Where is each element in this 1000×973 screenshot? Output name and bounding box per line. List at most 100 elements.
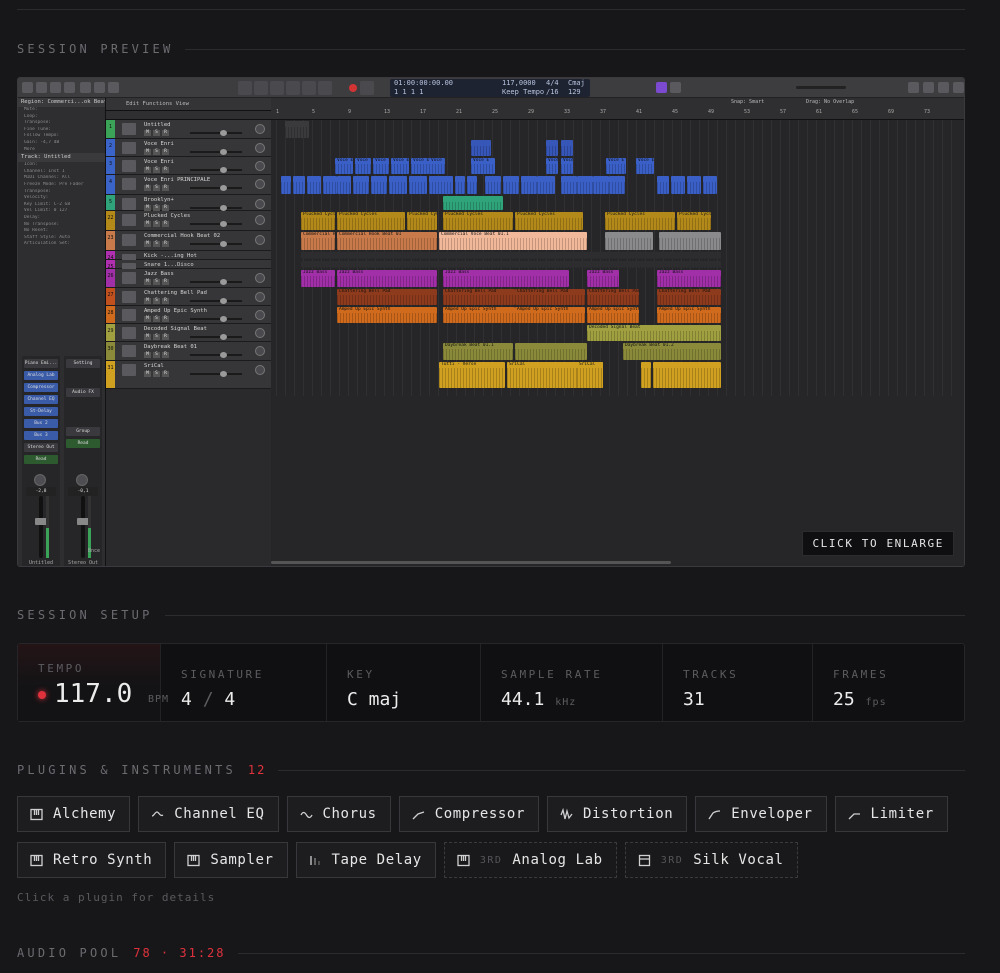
- arrange-region[interactable]: [441, 176, 453, 194]
- rec-button[interactable]: R: [162, 298, 169, 304]
- loops-icon[interactable]: [938, 82, 949, 93]
- rec-button[interactable]: R: [162, 167, 169, 173]
- solo-button[interactable]: S: [153, 316, 160, 322]
- inspector-icon[interactable]: [36, 82, 47, 93]
- volume-fader[interactable]: [39, 496, 43, 558]
- go-to-start-icon[interactable]: [254, 81, 268, 95]
- instrument-slot[interactable]: Piano Emi...: [24, 359, 58, 368]
- track-header[interactable]: 24 Kick -...ing Hot: [106, 251, 271, 266]
- track-pan-knob[interactable]: [255, 310, 265, 320]
- plugin-slot[interactable]: Analog Lab: [24, 371, 58, 380]
- arrange-region[interactable]: Commercial Hook Beat 01: [337, 232, 437, 250]
- track-header[interactable]: 3 Voce Enri M S R: [106, 157, 271, 175]
- track-pan-knob[interactable]: [255, 292, 265, 302]
- arrange-region[interactable]: Daybreak Beat 01.2: [623, 343, 721, 360]
- slider-handle[interactable]: [220, 298, 227, 304]
- arrange-region[interactable]: Voce E: [561, 158, 573, 174]
- arrange-region[interactable]: [641, 362, 651, 388]
- session-preview-image[interactable]: 01:00:00:00.00 1 1 1 1 117,0000 Keep Tem…: [17, 77, 965, 567]
- region-inspector-header[interactable]: Region: Commerci...ok Beat 01.1: [18, 98, 105, 107]
- arrange-region[interactable]: Plucked Cycles: [337, 212, 405, 230]
- track-pan-knob[interactable]: [255, 273, 265, 283]
- track-volume-slider[interactable]: [190, 279, 242, 285]
- arrange-region[interactable]: [307, 176, 321, 194]
- solo-button[interactable]: S: [153, 185, 160, 191]
- track-header[interactable]: 2 Voce Enri M S R: [106, 139, 271, 157]
- mixer-icon[interactable]: [94, 82, 105, 93]
- mute-button[interactable]: M: [144, 334, 151, 340]
- track-header[interactable]: 31 SriCal M S R: [106, 361, 271, 389]
- track-header[interactable]: 4 Voce Enri PRINCIPALE M S R: [106, 175, 271, 195]
- arrange-region[interactable]: [515, 343, 587, 360]
- track-header[interactable]: 26 Jazz Bass M S R: [106, 269, 271, 288]
- track-volume-slider[interactable]: [190, 185, 242, 191]
- send-slot[interactable]: Bus 3: [24, 431, 58, 440]
- plugin-chip-alchemy[interactable]: Alchemy: [17, 796, 131, 832]
- arrange-region[interactable]: [593, 176, 609, 194]
- rec-button[interactable]: R: [162, 352, 169, 358]
- metronome-icon[interactable]: [670, 82, 681, 93]
- arrange-region[interactable]: [485, 176, 501, 194]
- slider-handle[interactable]: [220, 316, 227, 322]
- track-volume-slider[interactable]: [190, 352, 242, 358]
- volume-fader[interactable]: [81, 496, 85, 558]
- slider-handle[interactable]: [220, 371, 227, 377]
- arrange-region[interactable]: [577, 176, 593, 194]
- slider-handle[interactable]: [220, 167, 227, 173]
- arrange-region[interactable]: [671, 176, 685, 194]
- arrange-region[interactable]: Tutti - Verse: [439, 362, 505, 388]
- bounce-button[interactable]: Bnce: [88, 548, 100, 554]
- plugin-slot[interactable]: St-Delay: [24, 407, 58, 416]
- mute-button[interactable]: M: [144, 221, 151, 227]
- arrange-region[interactable]: [605, 232, 653, 250]
- solo-button[interactable]: S: [153, 279, 160, 285]
- mute-button[interactable]: M: [144, 298, 151, 304]
- track-header[interactable]: 29 Decoded Signal Beat M S R: [106, 324, 271, 342]
- automation-slot[interactable]: Read: [24, 455, 58, 464]
- track-volume-slider[interactable]: [190, 130, 242, 136]
- track-volume-slider[interactable]: [190, 334, 242, 340]
- arrange-region[interactable]: Amped Up Epic Synth: [443, 307, 515, 323]
- snap-menu[interactable]: Snap: Smart: [731, 99, 764, 105]
- arrange-region[interactable]: Amped Up Epic Synth: [515, 307, 585, 323]
- arrange-region[interactable]: Voce E: [546, 158, 558, 174]
- setting-slot[interactable]: Setting: [66, 359, 100, 368]
- track-header[interactable]: 25 Snare 1...Disco: [106, 260, 271, 275]
- track-volume-slider[interactable]: [190, 371, 242, 377]
- solo-button[interactable]: S: [153, 352, 160, 358]
- track-header[interactable]: 28 Amped Up Epic Synth M S R: [106, 306, 271, 324]
- smart-controls-icon[interactable]: [80, 82, 91, 93]
- cycle-icon[interactable]: [360, 81, 374, 95]
- arrange-region[interactable]: [371, 176, 387, 194]
- count-in-icon[interactable]: [656, 82, 667, 93]
- arrange-region[interactable]: Voce E: [411, 158, 429, 174]
- list-editors-icon[interactable]: [908, 82, 919, 93]
- rewind-icon[interactable]: [238, 81, 252, 95]
- arrange-region[interactable]: [687, 176, 701, 194]
- arrange-region[interactable]: [503, 176, 519, 194]
- track-volume-slider[interactable]: [190, 298, 242, 304]
- mute-button[interactable]: M: [144, 352, 151, 358]
- arrange-region[interactable]: Voce E: [373, 158, 389, 174]
- arrange-region[interactable]: Plucked Cycles: [677, 212, 711, 230]
- arrange-region[interactable]: [537, 176, 555, 194]
- slider-handle[interactable]: [220, 185, 227, 191]
- track-header[interactable]: 27 Chattering Bell Pad M S R: [106, 288, 271, 306]
- plugin-chip-chorus[interactable]: Chorus: [286, 796, 391, 832]
- arrange-region[interactable]: [546, 140, 558, 156]
- tracks-toolbar[interactable]: Edit Functions View: [106, 98, 271, 111]
- track-pan-knob[interactable]: [255, 235, 265, 245]
- arrange-region[interactable]: Jazz Bass: [587, 270, 619, 287]
- arrange-region[interactable]: [521, 176, 537, 194]
- arrange-region[interactable]: Jazz Bass: [657, 270, 721, 287]
- arrange-region[interactable]: [561, 140, 573, 156]
- mute-button[interactable]: M: [144, 149, 151, 155]
- output-slot[interactable]: Stereo Out: [24, 443, 58, 452]
- arrange-region[interactable]: [389, 176, 407, 194]
- plugin-chip-enveloper[interactable]: Enveloper: [695, 796, 827, 832]
- rec-button[interactable]: R: [162, 149, 169, 155]
- track-volume-slider[interactable]: [190, 221, 242, 227]
- rec-button[interactable]: R: [162, 221, 169, 227]
- arrange-region[interactable]: Voce E: [606, 158, 626, 174]
- solo-button[interactable]: S: [153, 298, 160, 304]
